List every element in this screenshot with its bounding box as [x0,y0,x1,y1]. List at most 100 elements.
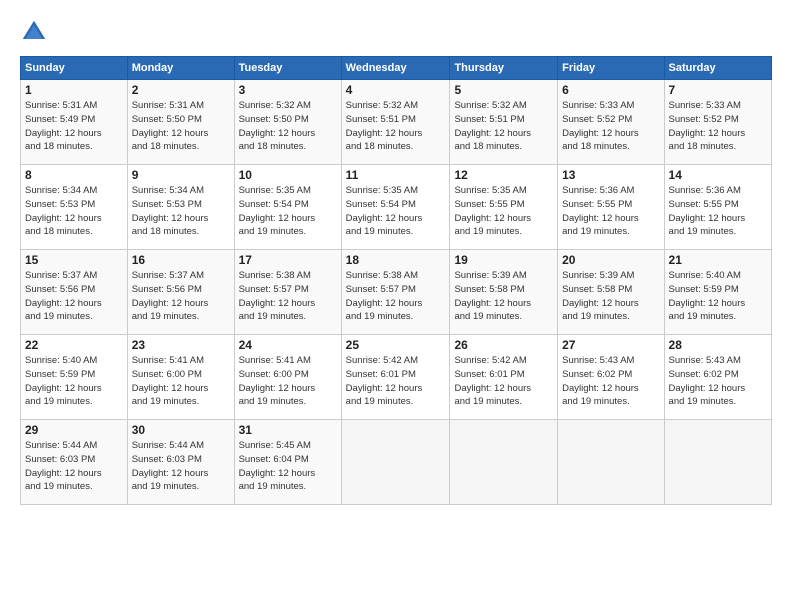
day-number: 10 [239,168,337,182]
day-info: Sunrise: 5:32 AM Sunset: 5:51 PM Dayligh… [454,99,553,154]
calendar-cell: 10Sunrise: 5:35 AM Sunset: 5:54 PM Dayli… [234,165,341,250]
calendar-cell: 15 Sunrise: 5:37 AM Sunset: 5:56 PM Dayli… [21,250,128,335]
calendar-header: SundayMondayTuesdayWednesdayThursdayFrid… [21,57,772,80]
day-info: Sunrise: 5:36 AM Sunset: 5:55 PM Dayligh… [562,184,659,239]
day-info: Sunrise: 5:32 AM Sunset: 5:50 PM Dayligh… [239,99,337,154]
day-number: 15 [25,253,123,267]
header [20,18,772,46]
calendar-cell: 31Sunrise: 5:45 AM Sunset: 6:04 PM Dayli… [234,420,341,505]
calendar-cell: 24 Sunrise: 5:41 AM Sunset: 6:00 PM Dayli… [234,335,341,420]
calendar-cell: 16 Sunrise: 5:37 AM Sunset: 5:56 PM Dayli… [127,250,234,335]
day-number: 13 [562,168,659,182]
day-info: Sunrise: 5:42 AM Sunset: 6:01 PM Dayligh… [346,354,446,409]
day-info: Sunrise: 5:40 AM Sunset: 5:59 PM Dayligh… [669,269,767,324]
day-info: Sunrise: 5:34 AM Sunset: 5:53 PM Dayligh… [25,184,123,239]
weekday-header-monday: Monday [127,57,234,80]
day-number: 21 [669,253,767,267]
weekday-header-thursday: Thursday [450,57,558,80]
calendar-cell [664,420,771,505]
day-info: Sunrise: 5:38 AM Sunset: 5:57 PM Dayligh… [346,269,446,324]
calendar-week-5: 29 Sunrise: 5:44 AM Sunset: 6:03 PM Dayli… [21,420,772,505]
day-number: 1 [25,83,123,97]
calendar-cell: 21 Sunrise: 5:40 AM Sunset: 5:59 PM Dayli… [664,250,771,335]
weekday-header-wednesday: Wednesday [341,57,450,80]
calendar-cell: 9Sunrise: 5:34 AM Sunset: 5:53 PM Daylig… [127,165,234,250]
day-number: 12 [454,168,553,182]
day-number: 5 [454,83,553,97]
day-number: 29 [25,423,123,437]
day-number: 7 [669,83,767,97]
day-info: Sunrise: 5:44 AM Sunset: 6:03 PM Dayligh… [132,439,230,494]
day-number: 6 [562,83,659,97]
day-info: Sunrise: 5:37 AM Sunset: 5:56 PM Dayligh… [25,269,123,324]
calendar-cell: 7 Sunrise: 5:33 AM Sunset: 5:52 PM Daylig… [664,80,771,165]
weekday-header-sunday: Sunday [21,57,128,80]
calendar-table: SundayMondayTuesdayWednesdayThursdayFrid… [20,56,772,505]
calendar-cell: 5 Sunrise: 5:32 AM Sunset: 5:51 PM Daylig… [450,80,558,165]
day-info: Sunrise: 5:41 AM Sunset: 6:00 PM Dayligh… [239,354,337,409]
day-info: Sunrise: 5:39 AM Sunset: 5:58 PM Dayligh… [454,269,553,324]
day-info: Sunrise: 5:36 AM Sunset: 5:55 PM Dayligh… [669,184,767,239]
weekday-header-saturday: Saturday [664,57,771,80]
day-number: 11 [346,168,446,182]
calendar-week-2: 8 Sunrise: 5:34 AM Sunset: 5:53 PM Daylig… [21,165,772,250]
calendar-week-3: 15 Sunrise: 5:37 AM Sunset: 5:56 PM Dayli… [21,250,772,335]
day-number: 16 [132,253,230,267]
calendar-week-1: 1 Sunrise: 5:31 AM Sunset: 5:49 PM Daylig… [21,80,772,165]
day-info: Sunrise: 5:41 AM Sunset: 6:00 PM Dayligh… [132,354,230,409]
day-number: 9 [132,168,230,182]
weekday-header-friday: Friday [558,57,664,80]
calendar-cell: 28 Sunrise: 5:43 AM Sunset: 6:02 PM Dayli… [664,335,771,420]
calendar-cell [341,420,450,505]
calendar-cell: 1 Sunrise: 5:31 AM Sunset: 5:49 PM Daylig… [21,80,128,165]
day-number: 28 [669,338,767,352]
day-info: Sunrise: 5:38 AM Sunset: 5:57 PM Dayligh… [239,269,337,324]
calendar-cell: 23Sunrise: 5:41 AM Sunset: 6:00 PM Dayli… [127,335,234,420]
calendar-cell: 13 Sunrise: 5:36 AM Sunset: 5:55 PM Dayli… [558,165,664,250]
calendar-cell: 30 Sunrise: 5:44 AM Sunset: 6:03 PM Dayli… [127,420,234,505]
day-number: 26 [454,338,553,352]
weekday-header-tuesday: Tuesday [234,57,341,80]
day-info: Sunrise: 5:44 AM Sunset: 6:03 PM Dayligh… [25,439,123,494]
day-number: 17 [239,253,337,267]
calendar-cell: 6 Sunrise: 5:33 AM Sunset: 5:52 PM Daylig… [558,80,664,165]
day-info: Sunrise: 5:31 AM Sunset: 5:50 PM Dayligh… [132,99,230,154]
calendar-cell: 17 Sunrise: 5:38 AM Sunset: 5:57 PM Dayli… [234,250,341,335]
day-number: 25 [346,338,446,352]
calendar-cell: 29 Sunrise: 5:44 AM Sunset: 6:03 PM Dayli… [21,420,128,505]
weekday-header-row: SundayMondayTuesdayWednesdayThursdayFrid… [21,57,772,80]
day-info: Sunrise: 5:31 AM Sunset: 5:49 PM Dayligh… [25,99,123,154]
calendar-cell: 19Sunrise: 5:39 AM Sunset: 5:58 PM Dayli… [450,250,558,335]
day-info: Sunrise: 5:43 AM Sunset: 6:02 PM Dayligh… [669,354,767,409]
day-number: 3 [239,83,337,97]
calendar-cell: 14Sunrise: 5:36 AM Sunset: 5:55 PM Dayli… [664,165,771,250]
day-info: Sunrise: 5:43 AM Sunset: 6:02 PM Dayligh… [562,354,659,409]
day-info: Sunrise: 5:33 AM Sunset: 5:52 PM Dayligh… [669,99,767,154]
calendar-body: 1 Sunrise: 5:31 AM Sunset: 5:49 PM Daylig… [21,80,772,505]
page: SundayMondayTuesdayWednesdayThursdayFrid… [0,0,792,612]
day-number: 4 [346,83,446,97]
day-number: 27 [562,338,659,352]
day-info: Sunrise: 5:35 AM Sunset: 5:55 PM Dayligh… [454,184,553,239]
calendar-cell [450,420,558,505]
day-number: 18 [346,253,446,267]
calendar-cell: 26Sunrise: 5:42 AM Sunset: 6:01 PM Dayli… [450,335,558,420]
day-number: 22 [25,338,123,352]
calendar-cell: 3 Sunrise: 5:32 AM Sunset: 5:50 PM Daylig… [234,80,341,165]
day-number: 30 [132,423,230,437]
day-number: 2 [132,83,230,97]
calendar-cell: 22Sunrise: 5:40 AM Sunset: 5:59 PM Dayli… [21,335,128,420]
day-info: Sunrise: 5:32 AM Sunset: 5:51 PM Dayligh… [346,99,446,154]
day-number: 24 [239,338,337,352]
calendar-cell [558,420,664,505]
logo [20,18,52,46]
day-info: Sunrise: 5:37 AM Sunset: 5:56 PM Dayligh… [132,269,230,324]
calendar-week-4: 22Sunrise: 5:40 AM Sunset: 5:59 PM Dayli… [21,335,772,420]
calendar-cell: 4 Sunrise: 5:32 AM Sunset: 5:51 PM Daylig… [341,80,450,165]
calendar-cell: 11Sunrise: 5:35 AM Sunset: 5:54 PM Dayli… [341,165,450,250]
calendar-cell: 27 Sunrise: 5:43 AM Sunset: 6:02 PM Dayli… [558,335,664,420]
day-number: 20 [562,253,659,267]
calendar-cell: 20Sunrise: 5:39 AM Sunset: 5:58 PM Dayli… [558,250,664,335]
day-info: Sunrise: 5:33 AM Sunset: 5:52 PM Dayligh… [562,99,659,154]
day-number: 8 [25,168,123,182]
